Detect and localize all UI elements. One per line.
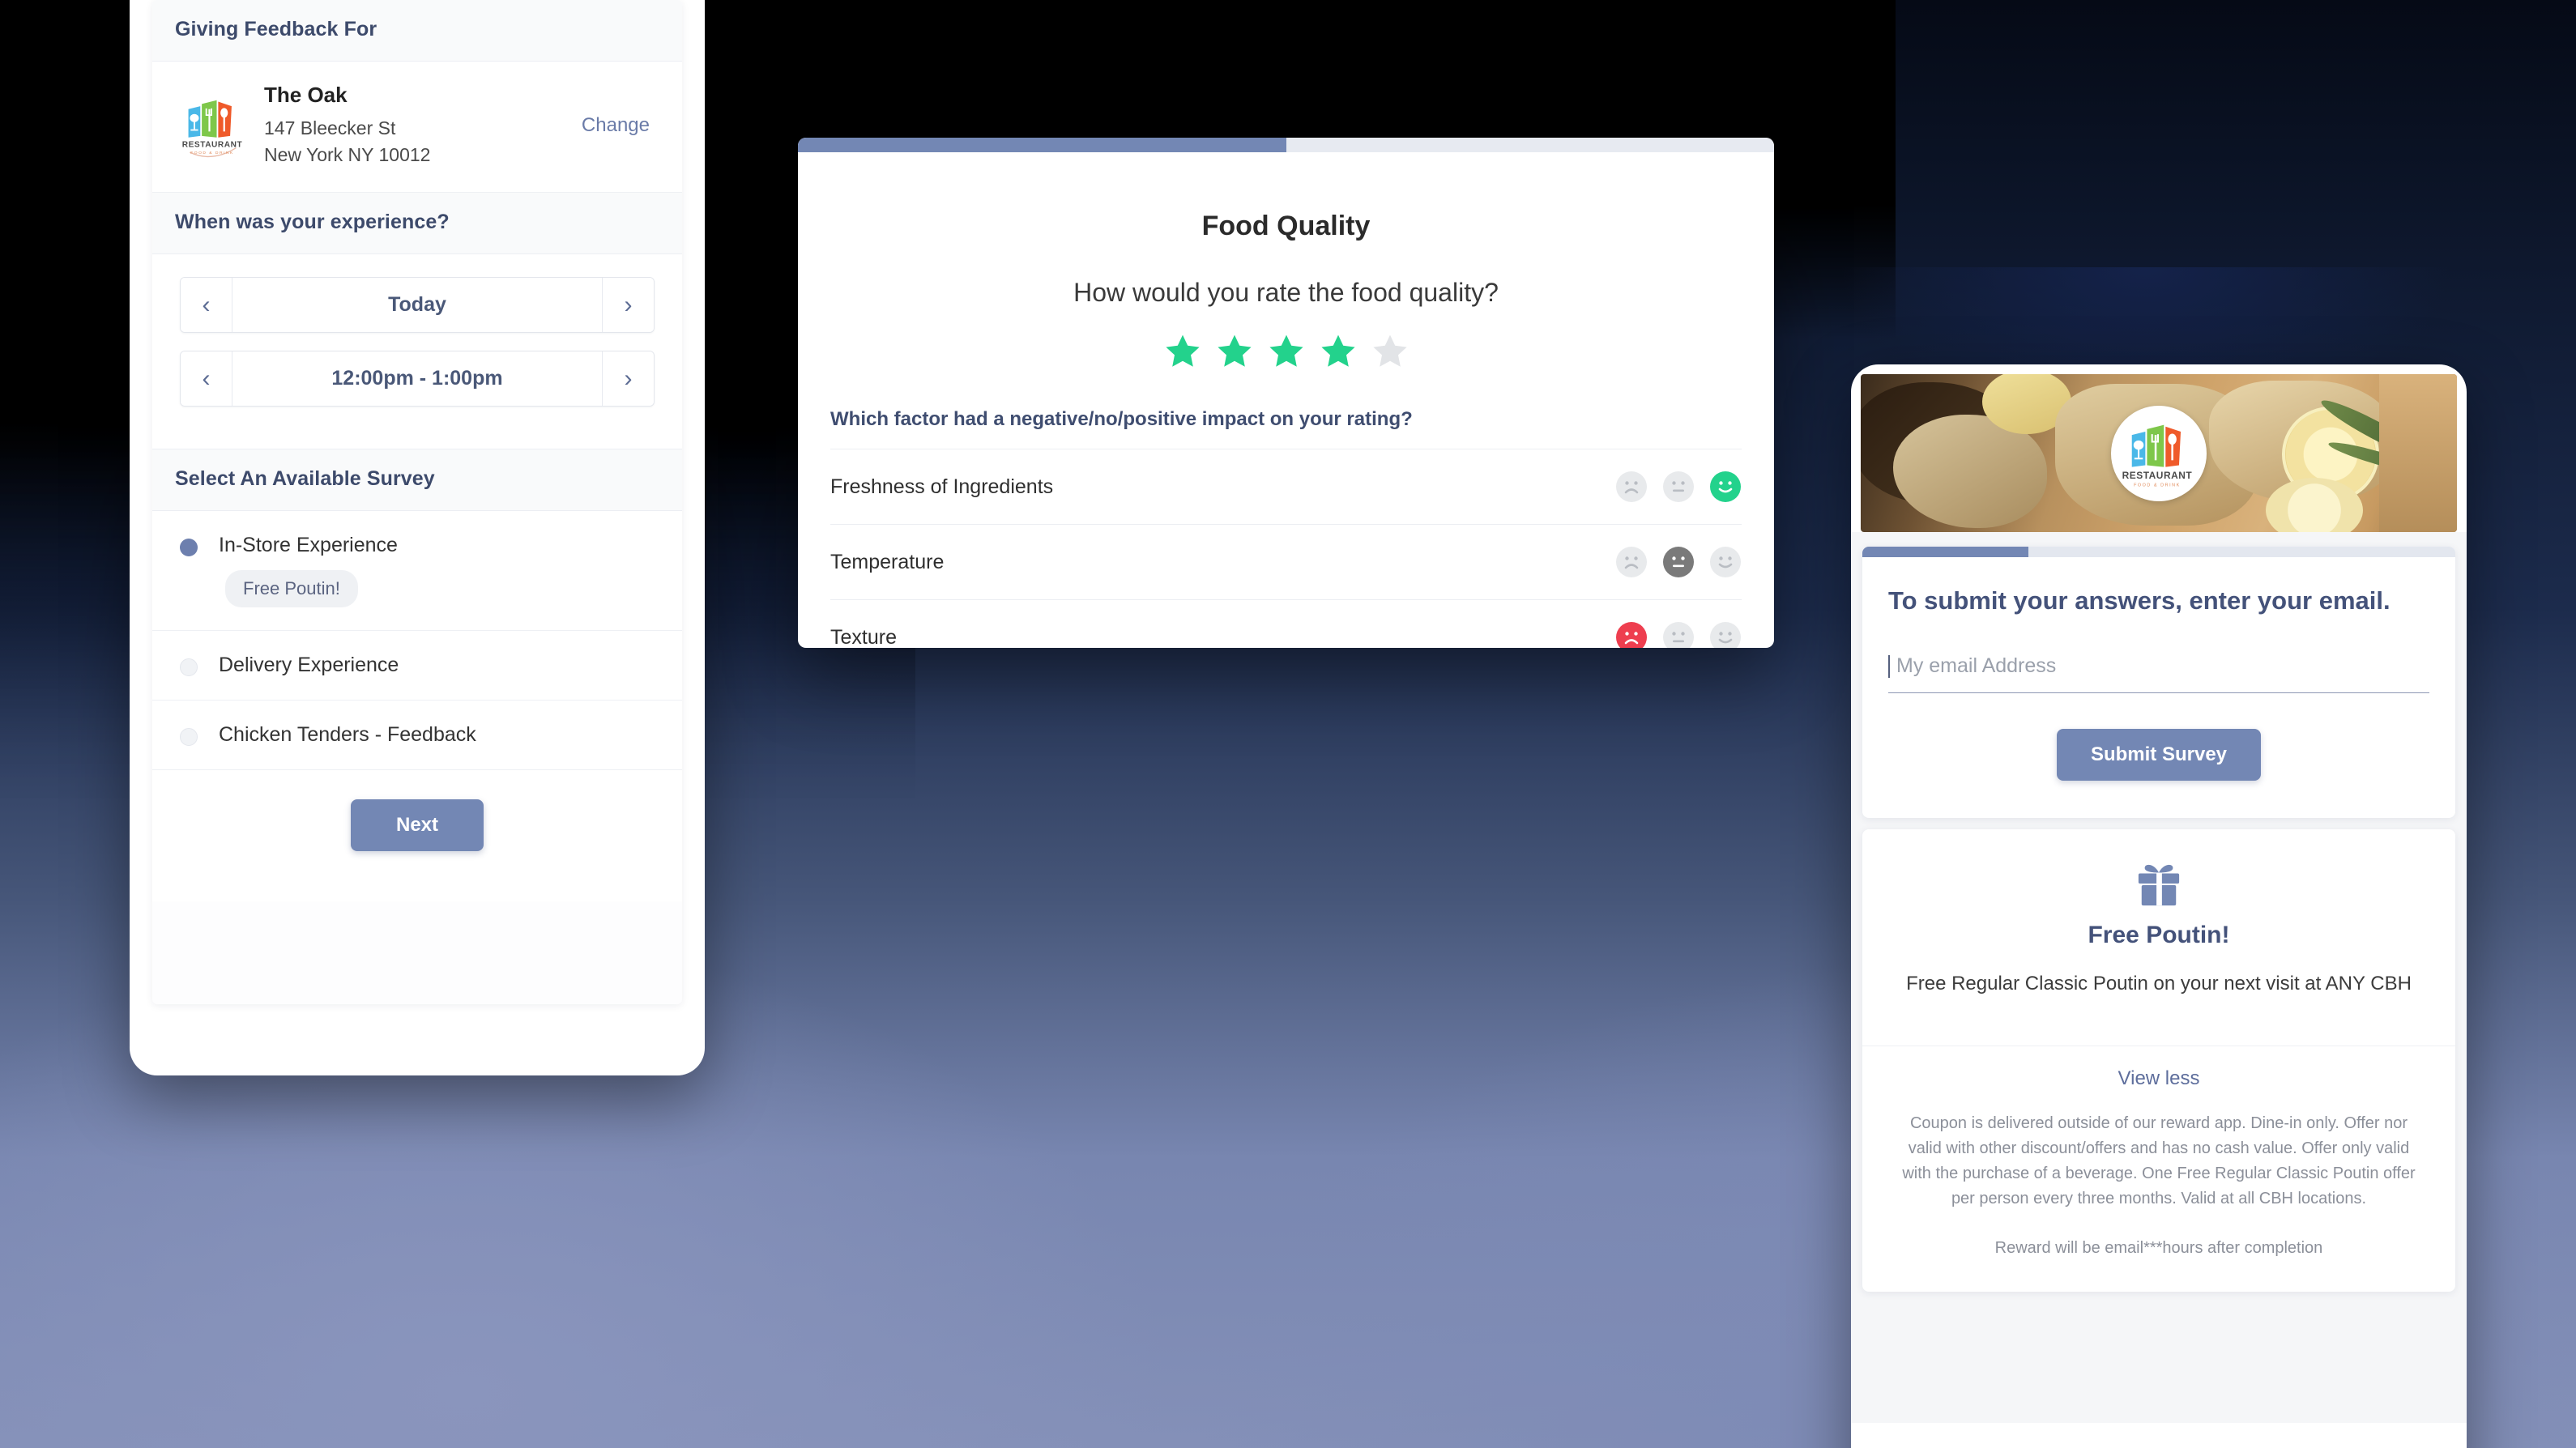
- modal-question: How would you rate the food quality?: [1073, 278, 1499, 307]
- select-available-survey-header: Select An Available Survey: [152, 449, 682, 512]
- negative-face-icon[interactable]: [1615, 471, 1648, 503]
- left-panel-content: Giving Feedback For RESTAURANT FOOD & DR…: [152, 0, 682, 1004]
- text-caret: [1888, 654, 1890, 678]
- business-address-line2: New York NY 10012: [264, 143, 431, 165]
- time-next-button[interactable]: ›: [602, 351, 654, 407]
- factor-row: Temperature: [830, 525, 1742, 600]
- survey-label-delivery: Delivery Experience: [219, 654, 399, 677]
- business-row: RESTAURANT FOOD & DRINK The Oak 147 Blee…: [152, 62, 682, 194]
- svg-text:FOOD & DRINK: FOOD & DRINK: [190, 151, 233, 155]
- business-name: The Oak: [264, 83, 348, 107]
- factor-name: Freshness of Ingredients: [830, 475, 1054, 498]
- hero-restaurant-logo-icon: RESTAURANT FOOD & DRINK: [2111, 405, 2207, 501]
- survey-option-chicken-tenders[interactable]: Chicken Tenders - Feedback: [152, 701, 682, 771]
- reward-delivery-note: Reward will be email***hours after compl…: [1994, 1239, 2323, 1258]
- business-info: The Oak 147 Bleecker St New York NY 1001…: [249, 83, 582, 168]
- left-next-button[interactable]: Next: [350, 799, 484, 852]
- face-rating-group: [1615, 471, 1742, 503]
- email-placeholder: My email Address: [1896, 654, 2057, 678]
- survey-option-delivery[interactable]: Delivery Experience: [152, 631, 682, 701]
- survey-reward-badge: Free Poutin!: [225, 570, 358, 608]
- when-was-your-experience-header: When was your experience?: [152, 193, 682, 255]
- date-next-button[interactable]: ›: [602, 278, 654, 333]
- neutral-face-icon[interactable]: [1662, 621, 1695, 648]
- restaurant-logo-icon: RESTAURANT FOOD & DRINK: [175, 88, 249, 163]
- survey-label-chicken-tenders: Chicken Tenders - Feedback: [219, 723, 476, 747]
- factor-name: Texture: [830, 625, 897, 649]
- date-value[interactable]: Today: [232, 278, 602, 333]
- date-prev-button[interactable]: ‹: [181, 278, 232, 333]
- negative-face-icon[interactable]: [1615, 546, 1648, 578]
- modal-progress-fill: [798, 138, 1286, 152]
- face-rating-group: [1615, 621, 1742, 648]
- phone-progress-fill: [1862, 547, 2028, 557]
- giving-feedback-for-header: Giving Feedback For: [152, 0, 682, 62]
- reward-title: Free Poutin!: [2088, 922, 2230, 949]
- factor-name: Temperature: [830, 550, 945, 573]
- date-stepper: ‹ Today ›: [180, 277, 655, 334]
- email-card-title: To submit your answers, enter your email…: [1888, 586, 2390, 615]
- survey-label-in-store: In-Store Experience: [219, 534, 398, 557]
- time-stepper: ‹ 12:00pm - 1:00pm ›: [180, 351, 655, 407]
- factor-list: Freshness of Ingredients Temperature Textu…: [798, 449, 1774, 648]
- time-prev-button[interactable]: ‹: [181, 351, 232, 407]
- neutral-face-icon[interactable]: [1662, 546, 1695, 578]
- change-business-link[interactable]: Change: [582, 114, 659, 137]
- positive-face-icon[interactable]: [1709, 546, 1742, 578]
- submit-survey-button[interactable]: Submit Survey: [2056, 729, 2262, 781]
- factor-row: Freshness of Ingredients: [830, 449, 1742, 525]
- radio-chicken-tenders[interactable]: [180, 728, 198, 747]
- stepper-spacer: [180, 424, 655, 441]
- positive-face-icon[interactable]: [1709, 471, 1742, 503]
- view-less-toggle[interactable]: View less: [1862, 1046, 2455, 1090]
- factor-row: Texture: [830, 600, 1742, 648]
- negative-face-icon[interactable]: [1615, 621, 1648, 648]
- reward-description: Free Regular Classic Poutin on your next…: [1906, 973, 2412, 995]
- positive-face-icon[interactable]: [1709, 621, 1742, 648]
- radio-in-store[interactable]: [180, 539, 198, 557]
- reward-card: Free Poutin! Free Regular Classic Poutin…: [1862, 829, 2455, 1293]
- face-rating-group: [1615, 546, 1742, 578]
- svg-text:RESTAURANT: RESTAURANT: [2122, 470, 2193, 481]
- factor-question: Which factor had a negative/no/positive …: [830, 408, 1413, 430]
- svg-text:FOOD & DRINK: FOOD & DRINK: [2134, 483, 2181, 488]
- gift-icon: [2134, 862, 2184, 907]
- star-1[interactable]: [1162, 332, 1203, 371]
- right-phone-panel: RESTAURANT FOOD & DRINK To submit your a…: [1851, 364, 2467, 1448]
- star-5[interactable]: [1370, 332, 1410, 371]
- left-survey-selector-panel: Giving Feedback For RESTAURANT FOOD & DR…: [130, 0, 705, 1075]
- email-field[interactable]: My email Address: [1888, 654, 2429, 694]
- star-4[interactable]: [1318, 332, 1358, 371]
- food-quality-modal: Food Quality How would you rate the food…: [798, 138, 1774, 648]
- star-3[interactable]: [1266, 332, 1307, 371]
- radio-delivery[interactable]: [180, 658, 198, 677]
- left-panel-footer: Next: [152, 770, 682, 902]
- modal-title: Food Quality: [1201, 211, 1371, 241]
- reward-fineprint: Coupon is delivered outside of our rewar…: [1902, 1114, 2416, 1208]
- time-value[interactable]: 12:00pm - 1:00pm: [232, 351, 602, 407]
- modal-progress-track: [798, 138, 1774, 152]
- neutral-face-icon[interactable]: [1662, 471, 1695, 503]
- business-address-line1: 147 Bleecker St: [264, 117, 396, 138]
- star-rating[interactable]: [798, 332, 1774, 371]
- email-submit-card: To submit your answers, enter your email…: [1862, 547, 2455, 819]
- phone-progress-track: [1862, 547, 2455, 557]
- survey-option-in-store[interactable]: In-Store Experience Free Poutin!: [152, 511, 682, 632]
- svg-text:RESTAURANT: RESTAURANT: [182, 140, 243, 149]
- hero-food-image: RESTAURANT FOOD & DRINK: [1861, 374, 2457, 532]
- star-2[interactable]: [1214, 332, 1255, 371]
